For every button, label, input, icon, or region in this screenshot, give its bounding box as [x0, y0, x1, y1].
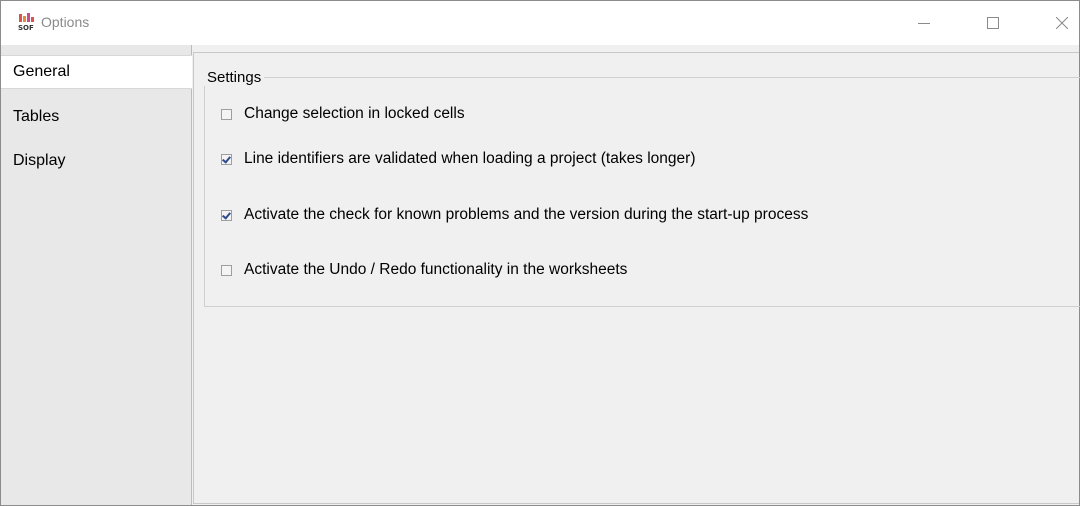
svg-text:SOF: SOF	[18, 24, 34, 31]
sidebar-item-display[interactable]: Display	[1, 143, 192, 183]
option-check-known-problems[interactable]: Activate the check for known problems an…	[221, 206, 808, 224]
option-label: Activate the check for known problems an…	[244, 206, 809, 223]
option-label: Activate the Undo / Redo functionality i…	[244, 261, 628, 278]
options-sidebar: General Tables Display	[1, 45, 192, 505]
settings-group-title: Settings	[204, 69, 265, 86]
option-validate-line-identifiers[interactable]: Line identifiers are validated when load…	[221, 150, 696, 168]
checkbox[interactable]	[221, 153, 232, 165]
window-title: Options	[41, 14, 90, 30]
dialog-content: General Tables Display Settings Change s…	[1, 45, 1080, 505]
title-bar: SOF Options	[1, 1, 1079, 45]
close-button[interactable]	[1039, 1, 1080, 45]
option-change-selection-locked-cells[interactable]: Change selection in locked cells	[221, 105, 465, 123]
sidebar-item-label: Display	[13, 152, 66, 169]
general-settings-panel: Settings Change selection in locked cell…	[193, 52, 1080, 504]
sidebar-item-tables[interactable]: Tables	[1, 99, 192, 139]
checkbox[interactable]	[221, 209, 232, 221]
option-undo-redo[interactable]: Activate the Undo / Redo functionality i…	[221, 261, 627, 279]
option-label: Line identifiers are validated when load…	[244, 150, 696, 167]
minimize-icon	[918, 23, 930, 24]
maximize-button[interactable]	[970, 1, 1016, 45]
close-icon	[1056, 17, 1068, 29]
maximize-icon	[987, 17, 999, 29]
sof-app-icon: SOF	[18, 13, 36, 32]
sidebar-item-label: Tables	[13, 108, 60, 125]
checkbox[interactable]	[221, 108, 232, 120]
sidebar-item-general[interactable]: General	[1, 55, 192, 89]
checkbox[interactable]	[221, 264, 232, 276]
sidebar-item-label: General	[13, 63, 70, 80]
minimize-button[interactable]	[901, 1, 947, 45]
options-window: SOF Options General Tables Display Setti…	[0, 0, 1080, 506]
option-label: Change selection in locked cells	[244, 105, 465, 122]
